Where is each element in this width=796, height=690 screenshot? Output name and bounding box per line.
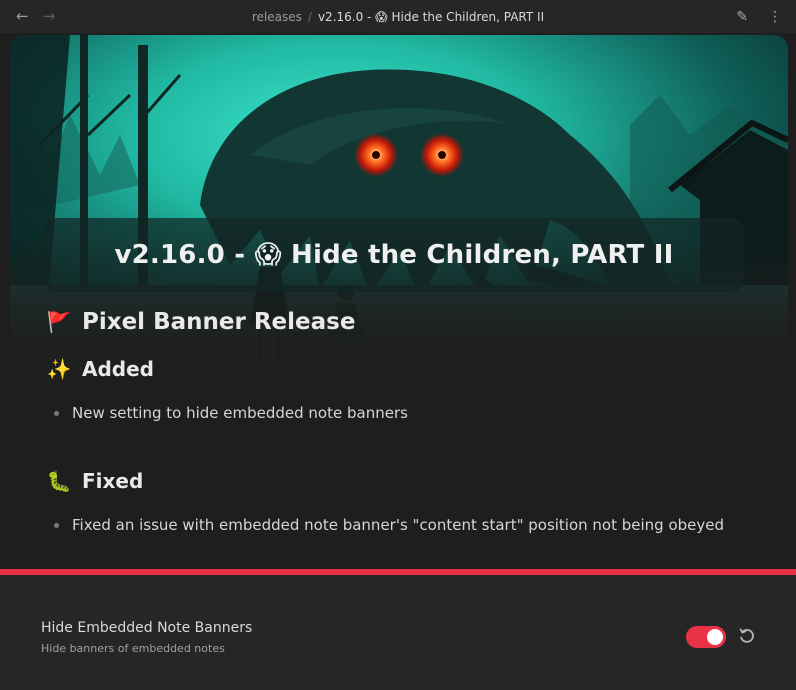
added-heading-text: Added — [82, 357, 154, 381]
navigation-buttons: ← → — [16, 9, 55, 24]
setting-item: Hide Embedded Note Banners Hide banners … — [0, 575, 796, 690]
fixed-heading: 🐛 Fixed — [46, 469, 144, 493]
fixed-heading-text: Fixed — [82, 469, 144, 493]
view-actions: ✎ ⋮ — [736, 0, 782, 33]
sparkles-icon: ✨ — [46, 357, 72, 381]
release-heading-text: Pixel Banner Release — [82, 309, 356, 335]
more-options-icon[interactable]: ⋮ — [768, 10, 782, 24]
inline-title: v2.16.0 - 😱 Hide the Children, PART II — [114, 240, 674, 270]
bullet-dot — [54, 522, 59, 528]
list-item-text: New setting to hide embedded note banner… — [72, 404, 408, 422]
breadcrumb: releases / v2.16.0 - 😱 Hide the Children… — [0, 0, 796, 33]
setting-description: Hide banners of embedded notes — [41, 642, 225, 655]
bug-icon: 🐛 — [46, 469, 72, 493]
hide-embedded-banners-toggle[interactable] — [686, 626, 726, 648]
release-heading: 🚩 Pixel Banner Release — [46, 309, 356, 335]
setting-name: Hide Embedded Note Banners — [41, 620, 253, 636]
toggle-knob — [707, 629, 723, 645]
red-flag-icon: 🚩 — [46, 310, 72, 334]
reset-icon[interactable] — [737, 626, 757, 646]
inline-title-box: v2.16.0 - 😱 Hide the Children, PART II — [44, 218, 744, 292]
breadcrumb-separator: / — [307, 9, 312, 24]
added-heading: ✨ Added — [46, 357, 154, 381]
breadcrumb-folder[interactable]: releases — [252, 10, 302, 24]
back-arrow-icon[interactable]: ← — [16, 9, 29, 24]
note-view: v2.16.0 - 😱 Hide the Children, PART II 🚩… — [10, 35, 788, 565]
list-item-text: Fixed an issue with embedded note banner… — [72, 516, 725, 534]
list-item: New setting to hide embedded note banner… — [54, 404, 408, 422]
forward-arrow-icon[interactable]: → — [43, 9, 56, 24]
bullet-dot — [54, 410, 59, 416]
list-item: Fixed an issue with embedded note banner… — [54, 516, 724, 534]
title-bar: ← → releases / v2.16.0 - 😱 Hide the Chil… — [0, 0, 796, 33]
edit-pencil-icon[interactable]: ✎ — [736, 10, 748, 24]
banner-fade — [10, 35, 788, 395]
breadcrumb-file-title[interactable]: v2.16.0 - 😱 Hide the Children, PART II — [318, 10, 544, 24]
